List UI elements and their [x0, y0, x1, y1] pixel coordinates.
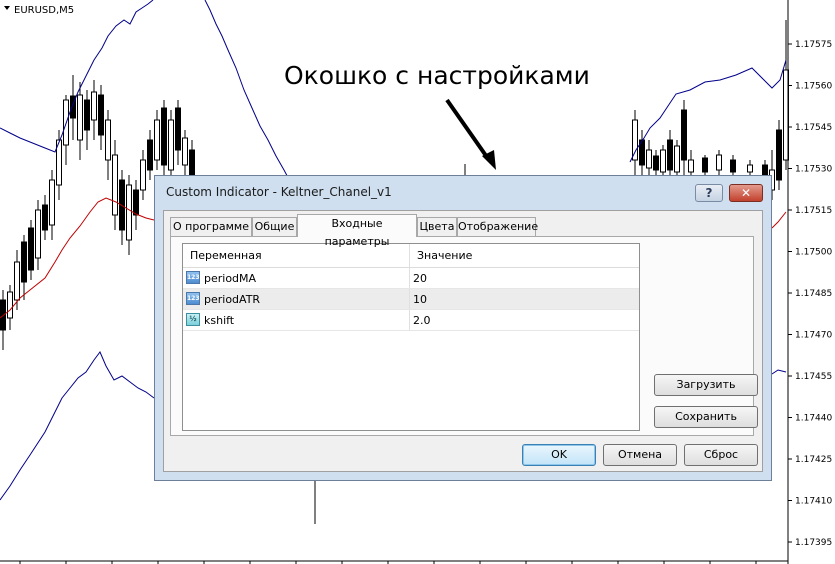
candle-body: [133, 189, 139, 216]
price-tick-label: 1.17485: [795, 289, 832, 299]
tab-common[interactable]: Общие: [252, 217, 297, 236]
candle-body: [14, 261, 20, 301]
cell-divider: [409, 289, 410, 309]
column-header-variable[interactable]: Переменная: [190, 249, 262, 262]
candle-body: [182, 137, 188, 166]
candle-body: [147, 139, 153, 171]
candle-body: [716, 154, 722, 171]
table-row[interactable]: 123 periodATR 10: [183, 289, 639, 310]
price-tick-label: 1.17455: [795, 372, 832, 382]
candle-body: [21, 241, 27, 283]
candle-body: [660, 149, 666, 173]
cell-divider: [409, 310, 410, 330]
table-header: Переменная Значение: [183, 244, 639, 268]
candle-body: [762, 164, 768, 176]
candle-body: [154, 119, 160, 161]
candle-body: [49, 179, 55, 226]
load-button[interactable]: Загрузить: [654, 374, 758, 396]
price-tick-label: 1.17470: [795, 331, 832, 341]
parameters-table[interactable]: Переменная Значение 123 periodMA 20 123 …: [182, 243, 640, 431]
annotation-arrow-shaft: [445, 98, 491, 162]
param-name: kshift: [204, 314, 235, 327]
candle-body: [730, 159, 736, 173]
dialog-titlebar[interactable]: Custom Indicator - Keltner_Chanel_v1 ? ✕: [155, 176, 771, 208]
candle-body: [42, 204, 48, 231]
candle-body: [189, 149, 195, 177]
candle-body: [688, 159, 694, 173]
dialog-title: Custom Indicator - Keltner_Chanel_v1: [166, 185, 392, 199]
dialog-client-area: О программе Общие Входные параметры Цвет…: [163, 210, 763, 472]
candle-body: [112, 154, 118, 216]
help-button[interactable]: ?: [695, 184, 723, 202]
price-tick-label: 1.17500: [795, 248, 832, 258]
candle-body: [667, 139, 673, 171]
price-tick-label: 1.17560: [795, 82, 832, 92]
price-tick-label: 1.17395: [795, 538, 832, 548]
int-type-icon: 123: [186, 271, 200, 284]
candle-body: [7, 291, 13, 319]
cancel-button[interactable]: Отмена: [603, 444, 677, 466]
candle-body: [776, 129, 782, 181]
tab-input-parameters[interactable]: Входные параметры: [297, 214, 417, 248]
price-axis: 1.17575 1.17560 1.17545 1.17530 1.17515 1.175…: [788, 40, 832, 548]
candle-body: [168, 119, 174, 171]
close-button[interactable]: ✕: [729, 184, 763, 202]
double-type-icon: ½: [186, 313, 200, 326]
candle-body: [161, 107, 167, 166]
candle-body: [702, 157, 708, 173]
symbol-marker-icon: [4, 6, 10, 10]
candle-body: [84, 99, 90, 131]
price-tick-label: 1.17575: [795, 40, 832, 50]
reset-button[interactable]: Сброс: [684, 444, 758, 466]
param-value[interactable]: 20: [413, 272, 427, 285]
candle-body: [91, 91, 97, 121]
price-tick-label: 1.17515: [795, 206, 832, 216]
param-name: periodMA: [204, 272, 257, 285]
save-button[interactable]: Сохранить: [654, 406, 758, 428]
column-header-value[interactable]: Значение: [417, 249, 472, 262]
param-name: periodATR: [204, 293, 261, 306]
candle-body: [674, 145, 680, 173]
tab-colors[interactable]: Цвета: [417, 217, 457, 236]
custom-indicator-dialog: Custom Indicator - Keltner_Chanel_v1 ? ✕…: [154, 175, 772, 481]
candle-body: [140, 159, 146, 191]
candle-body: [747, 164, 753, 173]
candle-body: [28, 227, 34, 271]
param-value[interactable]: 10: [413, 293, 427, 306]
table-row[interactable]: 123 periodMA 20: [183, 268, 639, 289]
annotation-text: Окошко с настройками: [284, 61, 590, 90]
input-parameters-panel: Переменная Значение 123 periodMA 20 123 …: [170, 236, 758, 436]
table-row[interactable]: ½ kshift 2.0: [183, 310, 639, 331]
candle-body: [175, 107, 181, 151]
param-value[interactable]: 2.0: [413, 314, 431, 327]
column-divider[interactable]: [409, 244, 410, 267]
cell-divider: [409, 268, 410, 288]
candle-body: [35, 209, 41, 259]
ok-button[interactable]: OK: [522, 444, 596, 466]
candle-body: [77, 94, 83, 141]
int-type-icon: 123: [186, 292, 200, 305]
tab-display[interactable]: Отображение: [457, 217, 538, 236]
candle-body: [98, 94, 104, 136]
price-tick-label: 1.17530: [795, 165, 832, 175]
price-tick-label: 1.17425: [795, 455, 832, 465]
tab-about[interactable]: О программе: [170, 217, 252, 236]
price-tick-label: 1.17440: [795, 414, 832, 424]
price-tick-label: 1.17545: [795, 123, 832, 133]
candle-body: [681, 109, 687, 161]
candle-body: [105, 119, 111, 161]
candle-body: [653, 155, 659, 171]
candle-body: [646, 149, 652, 169]
price-tick-label: 1.17410: [795, 497, 832, 507]
chart-symbol: EURUSD,M5: [14, 5, 74, 16]
candle-body: [632, 119, 638, 161]
candle-body: [126, 184, 132, 241]
